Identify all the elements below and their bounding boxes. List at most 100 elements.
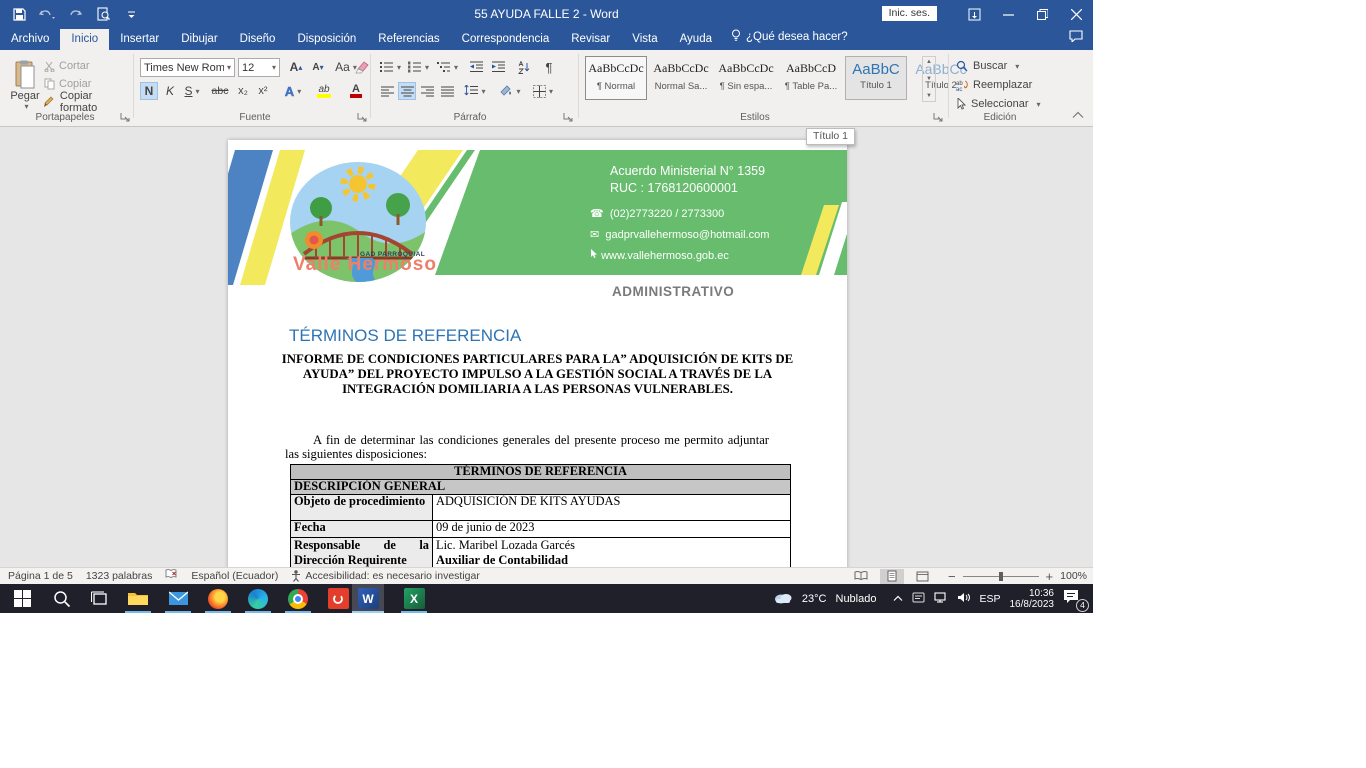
onedrive-tray-icon[interactable] <box>912 592 925 606</box>
styles-dialog-launcher-icon[interactable] <box>933 112 945 124</box>
collapse-ribbon-icon[interactable] <box>1072 110 1084 122</box>
table-value-cell[interactable]: Lic. Maribel Lozada Garcés Auxiliar de C… <box>433 538 791 568</box>
tab-disposicion[interactable]: Disposición <box>286 29 367 50</box>
replace-button[interactable]: abac Reemplazar <box>956 75 1048 95</box>
font-family-combo[interactable]: Times New Roma ▾ <box>140 58 235 77</box>
doc-title-paragraph[interactable]: INFORME DE CONDICIONES PARTICULARES PARA… <box>278 352 797 397</box>
style-titulo-1[interactable]: AaBbC Título 1 <box>845 56 907 100</box>
table-label-cell[interactable]: Responsable de la Dirección Requirente <box>291 538 433 568</box>
network-tray-icon[interactable] <box>934 592 948 606</box>
sort-button[interactable] <box>514 57 534 77</box>
table-header-cell[interactable]: TÉRMINOS DE REFERENCIA <box>291 465 791 480</box>
doc-heading[interactable]: TÉRMINOS DE REFERENCIA <box>289 326 521 346</box>
accessibility-status[interactable]: Accesibilidad: es necesario investigar <box>291 570 480 582</box>
find-button[interactable]: Buscar ▾ <box>956 56 1042 76</box>
tab-referencias[interactable]: Referencias <box>367 29 450 50</box>
show-marks-button[interactable]: ¶ <box>540 57 558 77</box>
minimize-icon[interactable] <box>991 0 1025 28</box>
tab-vista[interactable]: Vista <box>621 29 668 50</box>
font-color-button[interactable]: A <box>342 82 370 100</box>
admin-label[interactable]: ADMINISTRATIVO <box>612 284 762 299</box>
volume-tray-icon[interactable] <box>957 592 970 606</box>
excel-taskbar-icon[interactable]: X <box>394 584 434 613</box>
paragraph-dialog-launcher-icon[interactable] <box>563 112 575 124</box>
feedback-comment-icon[interactable] <box>1069 29 1083 47</box>
tab-dibujar[interactable]: Dibujar <box>170 29 228 50</box>
file-explorer-icon[interactable] <box>118 584 158 613</box>
increase-indent-button[interactable] <box>488 57 508 77</box>
strikethrough-button[interactable]: abc <box>208 82 232 100</box>
style-sin-espaciado[interactable]: AaBbCcDc ¶ Sin espa... <box>715 56 777 100</box>
justify-button[interactable] <box>438 82 456 100</box>
mail-icon[interactable] <box>158 584 198 613</box>
taskbar-search-icon[interactable] <box>42 584 82 613</box>
tab-archivo[interactable]: Archivo <box>0 29 60 50</box>
edge-icon[interactable] <box>238 584 278 613</box>
shading-button[interactable]: ▾ <box>496 82 524 100</box>
bold-button[interactable]: N <box>140 82 158 100</box>
word-count[interactable]: 1323 palabras <box>86 570 153 582</box>
action-center-icon[interactable]: 4 <box>1063 589 1085 609</box>
document-canvas[interactable]: Título 1 <box>0 127 1093 567</box>
letterhead-image[interactable]: Acuerdo Ministerial N° 1359 RUC : 176812… <box>228 150 847 285</box>
proofing-icon[interactable] <box>165 569 178 583</box>
language-indicator[interactable]: Español (Ecuador) <box>191 570 278 582</box>
document-page[interactable]: Acuerdo Ministerial N° 1359 RUC : 176812… <box>228 140 847 567</box>
zoom-slider[interactable] <box>963 576 1039 577</box>
text-effects-button[interactable]: A▾ <box>280 82 306 100</box>
cut-button[interactable]: Cortar <box>44 56 124 76</box>
print-layout-button[interactable] <box>880 569 904 584</box>
numbering-button[interactable]: ▾ <box>406 57 430 77</box>
tab-inicio[interactable]: Inicio <box>60 29 109 50</box>
table-section-cell[interactable]: DESCRIPCIÓN GENERAL <box>291 480 791 495</box>
format-painter-button[interactable]: Copiar formato <box>44 92 132 112</box>
styles-more-icon[interactable]: ▼ <box>926 93 932 99</box>
clipboard-dialog-launcher-icon[interactable] <box>120 112 132 124</box>
page-indicator[interactable]: Página 1 de 5 <box>8 570 73 582</box>
grow-font-button[interactable]: A▴ <box>286 57 306 77</box>
tab-correspondencia[interactable]: Correspondencia <box>451 29 561 50</box>
weather-temp[interactable]: 23°C <box>802 593 827 605</box>
style-normal-sa[interactable]: AaBbCcDc Normal Sa... <box>650 56 712 100</box>
font-dialog-launcher-icon[interactable] <box>357 112 369 124</box>
style-normal[interactable]: AaBbCcDc ¶ Normal <box>585 56 647 100</box>
line-spacing-button[interactable]: ▾ <box>462 82 488 100</box>
tab-revisar[interactable]: Revisar <box>560 29 621 50</box>
start-button[interactable] <box>2 584 42 613</box>
superscript-button[interactable]: x² <box>254 82 272 100</box>
zoom-slider-thumb[interactable] <box>999 572 1003 581</box>
read-mode-button[interactable] <box>849 569 873 584</box>
decrease-indent-button[interactable] <box>466 57 486 77</box>
word-taskbar-icon[interactable]: W <box>352 584 384 613</box>
bullets-button[interactable]: ▾ <box>378 57 402 77</box>
reference-table[interactable]: TÉRMINOS DE REFERENCIA DESCRIPCIÓN GENER… <box>290 464 791 567</box>
ribbon-display-options-icon[interactable] <box>957 0 991 28</box>
table-label-cell[interactable]: Objeto de procedimiento <box>291 495 433 521</box>
align-right-button[interactable] <box>418 82 436 100</box>
tab-ayuda[interactable]: Ayuda <box>669 29 723 50</box>
web-layout-button[interactable] <box>911 569 935 584</box>
input-language[interactable]: ESP <box>979 593 1000 605</box>
styles-scroll-up-icon[interactable]: ▲ <box>926 59 932 65</box>
tray-chevron-icon[interactable] <box>893 593 903 605</box>
align-left-button[interactable] <box>378 82 396 100</box>
select-button[interactable]: Seleccionar ▾ <box>956 94 1052 114</box>
table-value-cell[interactable]: 09 de junio de 2023 <box>433 521 791 538</box>
font-size-combo[interactable]: 12 ▾ <box>238 58 280 77</box>
table-label-cell[interactable]: Fecha <box>291 521 433 538</box>
tell-me-box[interactable]: ¿Qué desea hacer? <box>723 25 856 50</box>
sign-in-button[interactable]: Inic. ses. <box>882 6 937 21</box>
borders-button[interactable]: ▾ <box>528 82 558 100</box>
multilevel-list-button[interactable]: ▾ <box>434 57 460 77</box>
zoom-percentage[interactable]: 100% <box>1060 570 1087 582</box>
restore-icon[interactable] <box>1025 0 1059 28</box>
doc-intro-paragraph[interactable]: A fin de determinar las condiciones gene… <box>285 433 769 461</box>
italic-button[interactable]: K <box>162 82 178 100</box>
taskbar-clock[interactable]: 10:36 16/8/2023 <box>1010 588 1055 610</box>
styles-gallery-scroll[interactable]: ▲ ▼ ▼ <box>922 56 936 102</box>
highlight-button[interactable]: ab <box>310 82 338 100</box>
underline-button[interactable]: S▾ <box>180 82 204 100</box>
tab-insertar[interactable]: Insertar <box>109 29 170 50</box>
clear-format-button[interactable] <box>352 57 372 77</box>
align-center-button[interactable] <box>398 82 416 100</box>
